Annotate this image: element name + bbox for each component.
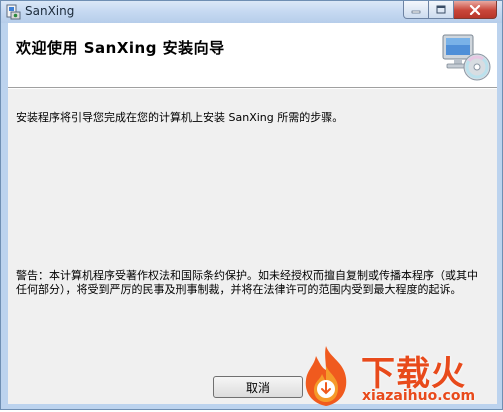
watermark: 下载火 xiazaihuo.com	[296, 344, 502, 410]
maximize-button[interactable]	[429, 1, 454, 19]
copyright-warning: 警告：本计算机程序受著作权法和国际条约保护。如未经授权而擅自复制或传播本程序（或…	[16, 269, 478, 296]
computer-cd-icon	[439, 31, 491, 81]
intro-text: 安装程序将引导您完成在您的计算机上安装 SanXing 所需的步骤。	[16, 111, 344, 124]
maximize-icon	[436, 5, 446, 13]
cancel-button[interactable]: 取消	[213, 376, 303, 398]
close-button[interactable]	[454, 1, 497, 19]
wizard-title: 欢迎使用 SanXing 安装向导	[16, 39, 225, 57]
wizard-header: 欢迎使用 SanXing 安装向导	[8, 23, 497, 87]
title-bar[interactable]: SanXing	[1, 1, 502, 23]
watermark-subtitle: xiazaihuo.com	[362, 388, 476, 404]
flame-logo-icon	[296, 344, 356, 408]
installer-app-icon	[5, 4, 21, 20]
window-title: SanXing	[25, 4, 75, 18]
close-icon	[469, 4, 481, 15]
minimize-button[interactable]	[403, 1, 429, 19]
minimize-icon	[411, 10, 421, 13]
caption-buttons	[403, 1, 497, 19]
